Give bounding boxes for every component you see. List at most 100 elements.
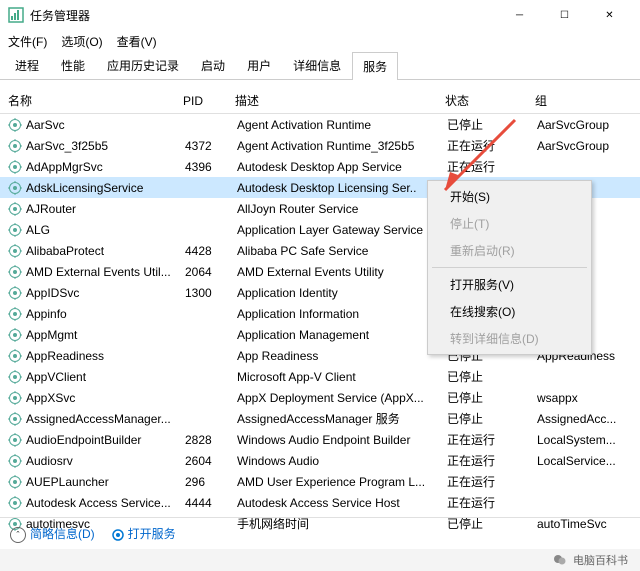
- cell-name: AUEPLauncher: [26, 475, 185, 489]
- header-status[interactable]: 状态: [445, 92, 535, 109]
- close-button[interactable]: ✕: [587, 0, 632, 30]
- table-row[interactable]: AudioEndpointBuilder2828Windows Audio En…: [0, 429, 640, 450]
- cell-name: AudioEndpointBuilder: [26, 433, 185, 447]
- tab-6[interactable]: 服务: [352, 52, 398, 80]
- header-pid[interactable]: PID: [183, 94, 235, 108]
- cell-status: 已停止: [447, 116, 537, 133]
- cell-name: AMD External Events Util...: [26, 265, 185, 279]
- window-title: 任务管理器: [30, 7, 497, 24]
- table-row[interactable]: AarSvc_3f25b54372Agent Activation Runtim…: [0, 135, 640, 156]
- cell-group: AarSvcGroup: [537, 118, 632, 132]
- window-controls: ─ ☐ ✕: [497, 0, 632, 30]
- cell-status: 已停止: [447, 389, 537, 406]
- cell-name: Appinfo: [26, 307, 185, 321]
- cell-status: 正在运行: [447, 158, 537, 175]
- cell-name: Audiosrv: [26, 454, 185, 468]
- cell-desc: AssignedAccessManager 服务: [237, 410, 447, 427]
- cell-status: 正在运行: [447, 473, 537, 490]
- tab-3[interactable]: 启动: [190, 51, 236, 79]
- menu-separator: [432, 267, 587, 268]
- cell-desc: Autodesk Desktop Licensing Ser..: [237, 181, 447, 195]
- cell-name: AppXSvc: [26, 391, 185, 405]
- open-services-link[interactable]: 打开服务: [111, 525, 176, 542]
- cell-status: 正在运行: [447, 452, 537, 469]
- tab-2[interactable]: 应用历史记录: [96, 51, 190, 79]
- table-row[interactable]: AppXSvc AppX Deployment Service (AppX...已…: [0, 387, 640, 408]
- table-row[interactable]: AppVClientMicrosoft App-V Client已停止: [0, 366, 640, 387]
- cell-pid: 2064: [185, 265, 237, 279]
- brief-info-link[interactable]: ˆ简略信息(D): [10, 525, 95, 543]
- cell-desc: Application Identity: [237, 286, 447, 300]
- menu-goto-details: 转到详细信息(D): [430, 325, 589, 352]
- tab-5[interactable]: 详细信息: [282, 51, 352, 79]
- menu-open-services[interactable]: 打开服务(V): [430, 271, 589, 298]
- cell-pid: 4444: [185, 496, 237, 510]
- menubar: 文件(F) 选项(O) 查看(V): [0, 30, 640, 52]
- cell-name: AJRouter: [26, 202, 185, 216]
- cell-desc: Autodesk Desktop App Service: [237, 160, 447, 174]
- cell-name: AppVClient: [26, 370, 185, 384]
- menu-restart: 重新启动(R): [430, 237, 589, 264]
- cell-status: 正在运行: [447, 431, 537, 448]
- cell-status: 已停止: [447, 368, 537, 385]
- menu-search-online[interactable]: 在线搜索(O): [430, 298, 589, 325]
- cell-desc: AppX Deployment Service (AppX...: [237, 391, 447, 405]
- menu-file[interactable]: 文件(F): [8, 33, 47, 50]
- cell-name: AppIDSvc: [26, 286, 185, 300]
- maximize-button[interactable]: ☐: [542, 0, 587, 30]
- menu-options[interactable]: 选项(O): [61, 33, 102, 50]
- cell-pid: 296: [185, 475, 237, 489]
- menu-stop: 停止(T): [430, 210, 589, 237]
- tab-4[interactable]: 用户: [236, 51, 282, 79]
- context-menu: 开始(S) 停止(T) 重新启动(R) 打开服务(V) 在线搜索(O) 转到详细…: [427, 180, 592, 355]
- cell-desc: Agent Activation Runtime: [237, 118, 447, 132]
- tabs: 进程性能应用历史记录启动用户详细信息服务: [0, 52, 640, 80]
- cell-desc: AMD External Events Utility: [237, 265, 447, 279]
- cell-pid: 4372: [185, 139, 237, 153]
- titlebar: 任务管理器 ─ ☐ ✕: [0, 0, 640, 30]
- cell-group: LocalSystem...: [537, 433, 632, 447]
- table-row[interactable]: Audiosrv2604Windows Audio正在运行LocalServic…: [0, 450, 640, 471]
- cell-desc: Application Information: [237, 307, 447, 321]
- tab-0[interactable]: 进程: [4, 51, 50, 79]
- cell-name: AlibabaProtect: [26, 244, 185, 258]
- cell-pid: 1300: [185, 286, 237, 300]
- cell-name: AarSvc_3f25b5: [26, 139, 185, 153]
- cell-status: 正在运行: [447, 137, 537, 154]
- table-row[interactable]: AUEPLauncher296AMD User Experience Progr…: [0, 471, 640, 492]
- cell-name: ALG: [26, 223, 185, 237]
- chevron-up-icon: ˆ: [10, 527, 26, 543]
- statusbar: ˆ简略信息(D) 打开服务: [0, 517, 640, 549]
- table-row[interactable]: AssignedAccessManager... AssignedAccessMa…: [0, 408, 640, 429]
- header-group[interactable]: 组: [535, 92, 632, 109]
- cell-desc: AMD User Experience Program L...: [237, 475, 447, 489]
- table-row[interactable]: AarSvcAgent Activation Runtime已停止AarSvcG…: [0, 114, 640, 135]
- menu-view[interactable]: 查看(V): [117, 33, 157, 50]
- cell-group: LocalService...: [537, 454, 632, 468]
- cell-name: AdskLicensingService: [26, 181, 185, 195]
- cell-name: AdAppMgrSvc: [26, 160, 185, 174]
- cell-desc: Application Management: [237, 328, 447, 342]
- cell-name: AppMgmt: [26, 328, 185, 342]
- wechat-icon: [553, 553, 567, 567]
- cell-group: AssignedAcc...: [537, 412, 632, 426]
- cell-desc: Autodesk Access Service Host: [237, 496, 447, 510]
- table-row[interactable]: AdAppMgrSvc4396Autodesk Desktop App Serv…: [0, 156, 640, 177]
- column-headers: 名称 PID 描述 状态 组: [0, 88, 640, 114]
- footer-source: 电脑百科书: [573, 552, 628, 568]
- footer: 电脑百科书: [0, 549, 640, 571]
- minimize-button[interactable]: ─: [497, 0, 542, 30]
- header-desc[interactable]: 描述: [235, 92, 445, 109]
- table-row[interactable]: Autodesk Access Service...4444Autodesk A…: [0, 492, 640, 513]
- cell-pid: 4396: [185, 160, 237, 174]
- cell-group: wsappx: [537, 391, 632, 405]
- cell-name: Autodesk Access Service...: [26, 496, 185, 510]
- menu-start[interactable]: 开始(S): [430, 183, 589, 210]
- cell-desc: App Readiness: [237, 349, 447, 363]
- tab-1[interactable]: 性能: [50, 51, 96, 79]
- app-icon: [8, 7, 24, 23]
- header-name[interactable]: 名称: [8, 92, 183, 109]
- cell-status: 已停止: [447, 410, 537, 427]
- cell-name: AssignedAccessManager...: [26, 412, 185, 426]
- cell-desc: Windows Audio Endpoint Builder: [237, 433, 447, 447]
